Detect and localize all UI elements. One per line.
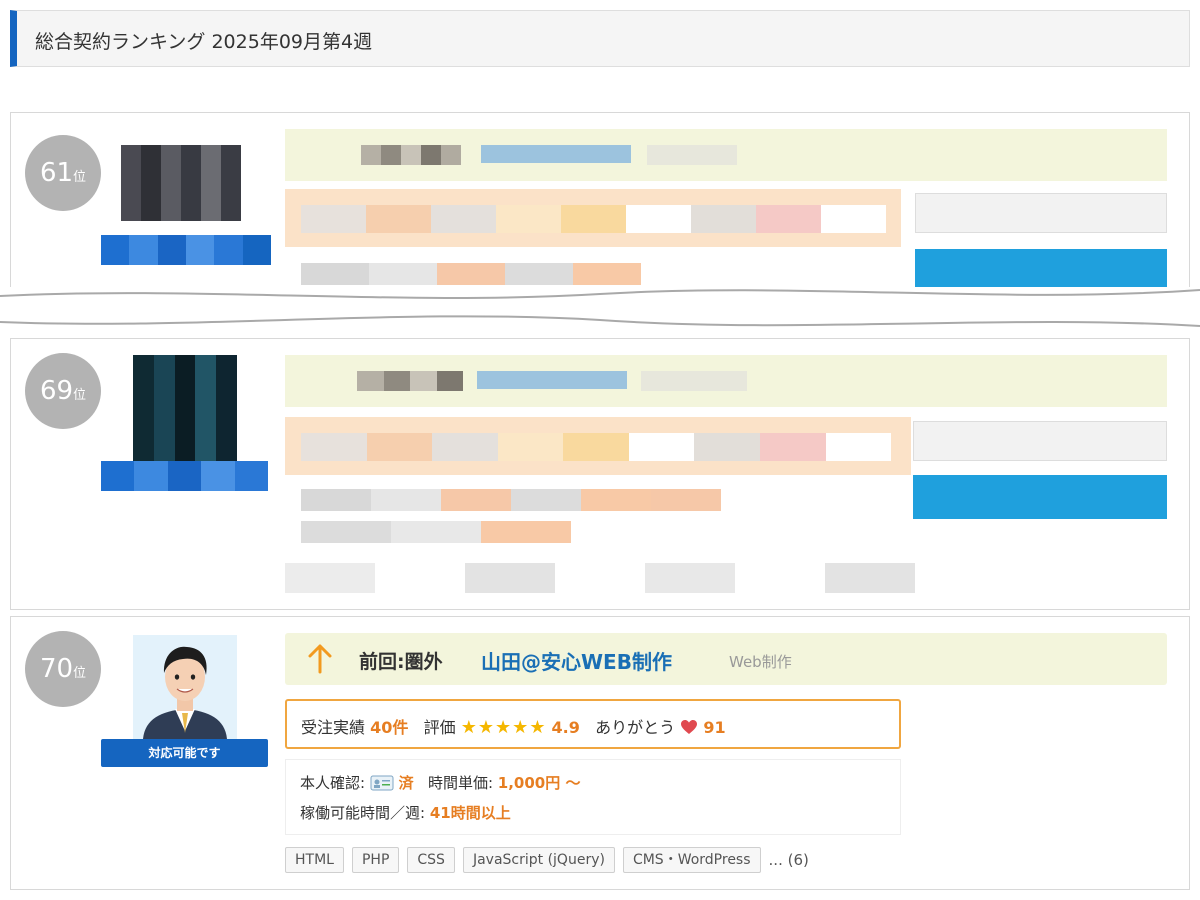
- avatar[interactable]: [133, 635, 237, 739]
- blurred-tags: [285, 563, 915, 593]
- previous-rank: 前回:圏外: [359, 651, 443, 673]
- hours-value: 41時間以上: [429, 804, 511, 822]
- rating-label: 評価: [423, 718, 456, 737]
- thanks-value: 91: [703, 718, 726, 737]
- hourly-rate-label: 時間単価:: [427, 774, 494, 792]
- info-line-1: 本人確認: 済 時間単価: 1,000円 〜: [300, 772, 580, 793]
- blurred-info-2: [301, 521, 571, 543]
- ranking-header: 総合契約ランキング 2025年09月第4週: [10, 10, 1190, 67]
- blurred-link: [481, 145, 631, 163]
- availability-badge: 対応可能です: [101, 739, 268, 767]
- orders-value: 40件: [370, 718, 409, 737]
- orders-label: 受注実績: [301, 718, 366, 737]
- rank-badge: 70位: [25, 631, 101, 707]
- blurred-stats: [301, 433, 892, 461]
- skill-tag[interactable]: HTML: [285, 847, 344, 873]
- id-card-icon: [370, 775, 394, 791]
- rating-value: 4.9: [551, 718, 580, 737]
- thanks-label: ありがとう: [595, 718, 676, 737]
- skill-tag[interactable]: JavaScript (jQuery): [462, 847, 615, 873]
- blurred-avatar: [133, 355, 237, 461]
- info-box: 本人確認: 済 時間単価: 1,000円 〜 稼働可能時間／週: 41時間以上: [285, 759, 901, 835]
- user-name-link[interactable]: 山田@安心WEB制作: [481, 646, 672, 675]
- avatar-illustration: [133, 635, 237, 739]
- user-category: Web制作: [729, 653, 792, 671]
- hourly-rate-value: 1,000円 〜: [497, 774, 581, 792]
- user-header-bar: 前回:圏外 山田@安心WEB制作 Web制作: [285, 633, 1167, 685]
- skill-tag[interactable]: CMS・WordPress: [622, 847, 761, 873]
- star-rating-icon: ★★★★★: [460, 717, 547, 738]
- blurred-button[interactable]: [915, 193, 1167, 233]
- blurred-link: [477, 371, 627, 389]
- rank-badge: 69位: [25, 353, 101, 429]
- blurred-badge: [101, 461, 269, 491]
- rank-suffix: 位: [73, 666, 87, 681]
- skill-tag[interactable]: CSS: [407, 847, 455, 873]
- ranking-card-70[interactable]: 70位 対応可能です 前回:圏外 山田@安心WEB制作 Web制作 受注実績 4…: [10, 616, 1190, 890]
- blurred-category: [641, 371, 747, 391]
- blurred-button[interactable]: [913, 421, 1167, 461]
- rank-suffix: 位: [73, 388, 87, 403]
- blurred-category: [647, 145, 737, 165]
- rank-number: 69: [39, 376, 74, 406]
- more-tags-count[interactable]: ... (6): [769, 851, 809, 869]
- blurred-avatar: [121, 145, 241, 221]
- blurred-stats: [301, 205, 886, 233]
- ranking-title: 総合契約ランキング 2025年09月第4週: [35, 31, 373, 53]
- blurred-info-1: [301, 489, 721, 511]
- skill-tags: HTML PHP CSS JavaScript (jQuery) CMS・Wor…: [285, 847, 809, 873]
- skill-tag[interactable]: PHP: [351, 847, 400, 873]
- hours-label: 稼働可能時間／週:: [300, 804, 426, 822]
- rank-number: 61: [39, 158, 74, 188]
- blurred-badge: [101, 235, 271, 265]
- torn-separator: [0, 289, 1200, 327]
- stats-box: 受注実績 40件 評価 ★★★★★ 4.9 ありがとう 91: [285, 699, 901, 749]
- stats-line: 受注実績 40件 評価 ★★★★★ 4.9 ありがとう 91: [301, 714, 726, 738]
- info-line-2: 稼働可能時間／週: 41時間以上: [300, 802, 511, 823]
- rank-number: 70: [39, 654, 74, 684]
- arrow-up-icon: [308, 644, 332, 674]
- id-verify-label: 本人確認:: [300, 774, 366, 792]
- ranking-card-61[interactable]: 61位: [10, 112, 1190, 287]
- rank-badge: 61位: [25, 135, 101, 211]
- heart-icon: [681, 720, 698, 734]
- id-verify-value: 済: [398, 774, 414, 792]
- blurred-blue-button[interactable]: [913, 475, 1167, 519]
- ranking-card-69[interactable]: 69位: [10, 338, 1190, 610]
- rank-suffix: 位: [73, 170, 87, 185]
- blurred-name: [361, 145, 461, 165]
- blurred-name: [357, 371, 463, 391]
